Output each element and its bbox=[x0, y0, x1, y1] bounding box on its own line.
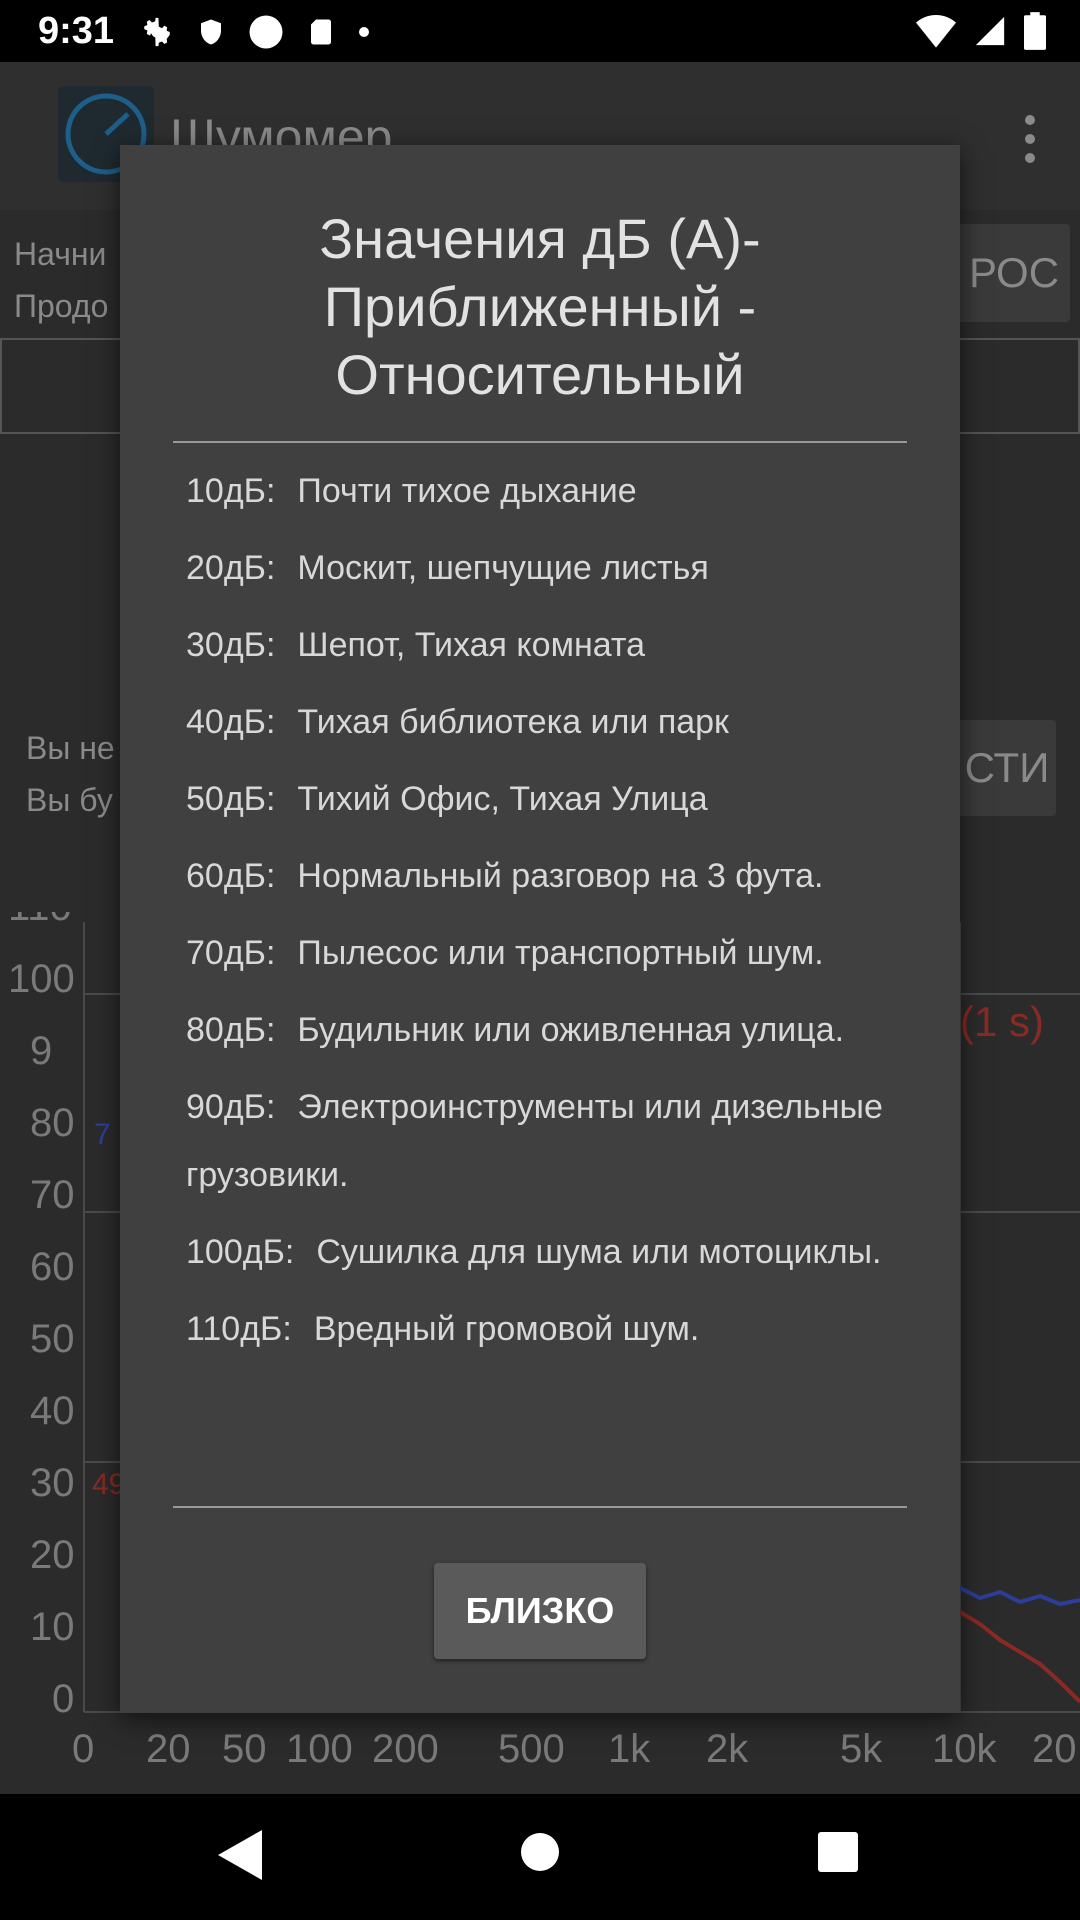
navigation-bar bbox=[0, 1794, 1080, 1920]
gear-icon bbox=[144, 17, 170, 47]
bg-red-series bbox=[958, 1610, 1080, 1704]
status-time: 9:31 bbox=[38, 10, 115, 52]
y-tick: 30 bbox=[30, 1461, 75, 1505]
dialog-title: Значения дБ (А)- Приближенный - Относите… bbox=[319, 207, 761, 406]
y-tick: 20 bbox=[30, 1533, 75, 1577]
recents-icon[interactable] bbox=[818, 1832, 858, 1872]
chart-badge: (1 s) bbox=[960, 998, 1044, 1045]
home-icon[interactable] bbox=[520, 1832, 560, 1872]
bg-text-info: Вы не Вы бу bbox=[26, 730, 115, 818]
y-tick: 70 bbox=[30, 1173, 75, 1217]
y-tick: 40 bbox=[30, 1389, 75, 1433]
list-item: 90дБ: Электроинструменты или дизельные гр… bbox=[186, 1088, 883, 1194]
db-values-dialog: Значения дБ (А)- Приближенный - Относите… bbox=[120, 145, 960, 1713]
status-left-icons bbox=[140, 14, 370, 50]
x-tick: 5k bbox=[840, 1727, 883, 1771]
y-tick: 50 bbox=[30, 1317, 75, 1361]
shield-icon bbox=[201, 19, 221, 45]
x-tick: 100 bbox=[286, 1727, 353, 1771]
x-tick: 2k bbox=[706, 1727, 749, 1771]
x-tick: 10k bbox=[932, 1727, 997, 1771]
x-tick: 200 bbox=[372, 1727, 439, 1771]
chart-marker-blue: 7 bbox=[94, 1118, 111, 1151]
bg-settings-button: СТИ bbox=[958, 720, 1056, 816]
circle-icon bbox=[249, 15, 283, 49]
db-levels-list: 10дБ: Почти тихое дыхание 20дБ: Москит, ше… bbox=[186, 457, 916, 1372]
y-tick: 9 bbox=[30, 1029, 52, 1073]
list-item: 70дБ: Пылесос или транспортный шум. bbox=[186, 934, 824, 972]
y-tick: 10 bbox=[30, 1605, 75, 1649]
back-icon[interactable] bbox=[218, 1830, 262, 1880]
dialog-divider-bottom bbox=[173, 1506, 907, 1508]
status-right-icons bbox=[916, 12, 1046, 50]
y-tick: 0 bbox=[52, 1677, 74, 1721]
list-item: 100дБ: Сушилка для шума или мотоциклы. bbox=[186, 1233, 882, 1271]
x-tick: 50 bbox=[222, 1727, 267, 1771]
list-item: 10дБ: Почти тихое дыхание bbox=[186, 472, 637, 510]
list-item: 40дБ: Тихая библиотека или парк bbox=[186, 703, 729, 741]
signal-icon bbox=[975, 16, 1005, 46]
x-tick: 20 bbox=[146, 1727, 191, 1771]
y-tick: 100 bbox=[8, 957, 75, 1001]
y-tick: 80 bbox=[30, 1101, 75, 1145]
y-tick: 110 bbox=[8, 912, 72, 929]
x-tick: 500 bbox=[498, 1727, 565, 1771]
list-item: 20дБ: Москит, шепчущие листья bbox=[186, 549, 709, 587]
list-item: 80дБ: Будильник или оживленная улица. bbox=[186, 1011, 845, 1049]
bg-blue-series bbox=[959, 1586, 1080, 1607]
x-tick: 0 bbox=[72, 1727, 94, 1771]
y-tick: 60 bbox=[30, 1245, 75, 1289]
overflow-menu-icon[interactable] bbox=[1020, 114, 1040, 164]
x-tick: 20 bbox=[1032, 1727, 1077, 1771]
close-button[interactable]: БЛИЗКО bbox=[434, 1563, 646, 1659]
list-item: 60дБ: Нормальный разговор на 3 фута. bbox=[186, 857, 824, 895]
bg-reset-button: РОС bbox=[958, 224, 1070, 322]
list-item: 110дБ: Вредный громовой шум. bbox=[186, 1310, 700, 1348]
bg-text-start: Начни Продо bbox=[14, 236, 109, 324]
list-item: 30дБ: Шепот, Тихая комната bbox=[186, 626, 645, 664]
battery-icon bbox=[1024, 12, 1046, 50]
dialog-divider-top bbox=[173, 441, 907, 443]
status-bar: 9:31 bbox=[0, 0, 1080, 62]
x-tick: 1k bbox=[608, 1727, 651, 1771]
wifi-icon bbox=[916, 15, 956, 48]
sd-card-icon bbox=[311, 19, 331, 45]
dot-icon bbox=[359, 27, 369, 37]
list-item: 50дБ: Тихий Офис, Тихая Улица bbox=[186, 780, 708, 818]
